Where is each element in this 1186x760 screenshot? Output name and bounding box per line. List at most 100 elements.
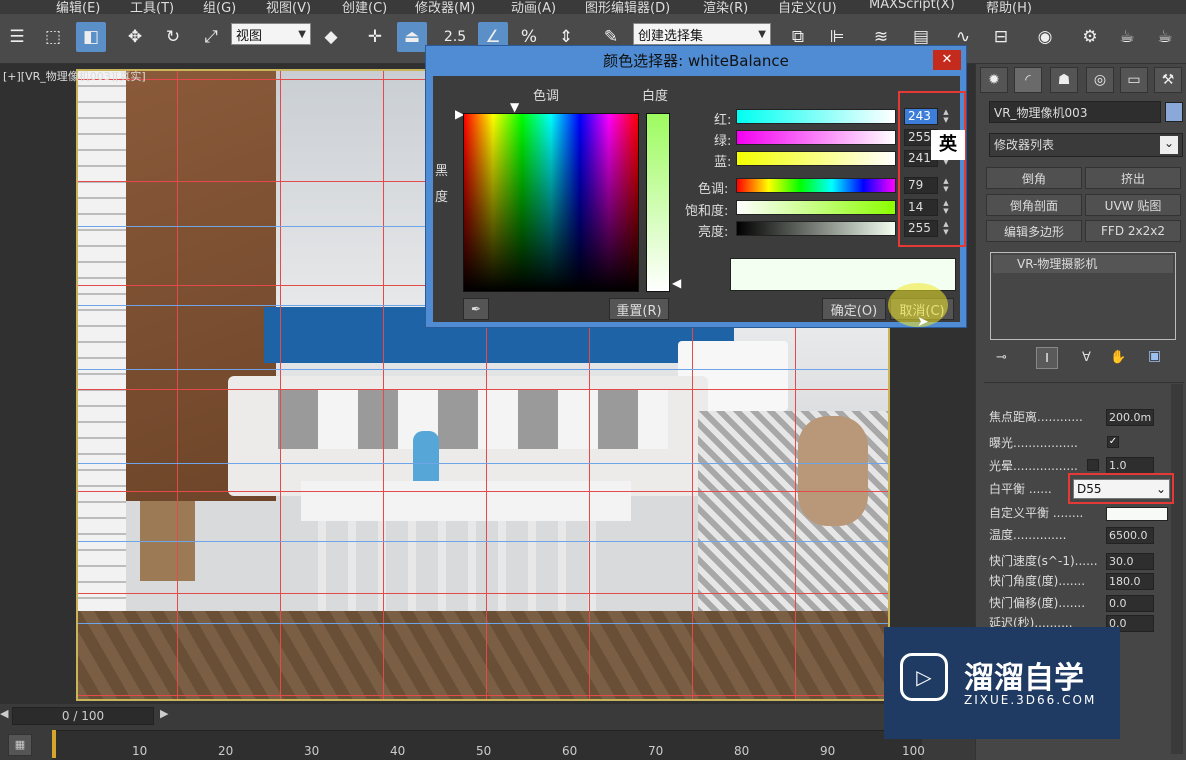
modifier-ffd-button[interactable]: FFD 2x2x2: [1085, 220, 1181, 242]
named-selection-value: 创建选择集: [638, 28, 704, 44]
named-selection-select[interactable]: 创建选择集 ▼: [633, 23, 771, 45]
hue-blackness-palette[interactable]: [463, 113, 639, 292]
ime-indicator: 英: [931, 130, 965, 160]
eyedropper-icon[interactable]: ✒: [463, 298, 489, 320]
modifier-uvw-map-button[interactable]: UVW 贴图: [1085, 194, 1181, 216]
menu-rendering[interactable]: 渲染(R): [703, 0, 748, 14]
select-object-icon[interactable]: ◧: [76, 22, 106, 52]
make-unique-icon[interactable]: ∀: [1082, 350, 1091, 365]
region-select-icon[interactable]: ⬚: [38, 22, 68, 52]
modify-tab-icon[interactable]: ◜: [1014, 67, 1042, 93]
value-label: 亮度:: [698, 225, 729, 240]
menu-group[interactable]: 组(G): [203, 0, 236, 14]
vignette-checkbox[interactable]: [1087, 459, 1099, 471]
menu-modifiers[interactable]: 修改器(M): [415, 0, 475, 14]
viewport-label[interactable]: [+][VR_物理像机003][真实]: [3, 68, 146, 84]
time-next-icon[interactable]: ▶: [160, 707, 176, 725]
menu-help[interactable]: 帮助(H): [986, 0, 1032, 14]
red-label: 红:: [714, 113, 732, 128]
stack-item[interactable]: VR-物理摄影机: [993, 255, 1173, 273]
panel-scrollbar[interactable]: [1171, 384, 1183, 754]
schematic-view-icon[interactable]: ⊟: [986, 22, 1016, 52]
utilities-tab-icon[interactable]: ⚒: [1154, 67, 1182, 93]
remove-modifier-icon[interactable]: ✋: [1110, 350, 1126, 365]
object-color-swatch[interactable]: [1165, 102, 1183, 122]
dialog-title: 颜色选择器: whiteBalance: [603, 52, 789, 70]
pivot-icon[interactable]: ◆: [316, 22, 346, 52]
select-manipulate-icon[interactable]: ✛: [360, 22, 390, 52]
shutter-speed-input[interactable]: 30.0: [1106, 553, 1154, 570]
mouse-cursor-icon: ➤: [917, 314, 929, 330]
chevron-down-icon: ▼: [758, 28, 766, 40]
render-setup-icon[interactable]: ⚙: [1075, 22, 1105, 52]
value-slider[interactable]: [736, 221, 896, 236]
focus-distance-input[interactable]: 200.0m: [1106, 409, 1154, 426]
move-icon[interactable]: ✥: [120, 22, 150, 52]
shutter-angle-input[interactable]: 180.0: [1106, 573, 1154, 590]
modifier-extrude-button[interactable]: 挤出: [1085, 167, 1181, 189]
time-prev-icon[interactable]: ◀: [0, 707, 10, 725]
pin-stack-icon[interactable]: ⊸: [996, 350, 1007, 365]
menu-edit[interactable]: 编辑(E): [56, 0, 100, 14]
play-logo-icon: ▷: [900, 653, 948, 701]
hierarchy-tab-icon[interactable]: ☗: [1050, 67, 1078, 93]
keyboard-shortcut-icon[interactable]: ⏏: [397, 22, 427, 52]
menu-customize[interactable]: 自定义(U): [778, 0, 837, 14]
saturation-slider[interactable]: [736, 200, 896, 215]
modifier-list-select[interactable]: 修改器列表 ⌄: [989, 133, 1183, 157]
vignette-input[interactable]: 1.0: [1106, 457, 1154, 474]
object-name-field[interactable]: VR_物理像机003: [989, 101, 1161, 123]
tick-label: 40: [390, 744, 406, 758]
modifier-bevel-profile-button[interactable]: 倒角剖面: [986, 194, 1082, 216]
render-frame-icon[interactable]: ☕: [1112, 22, 1142, 52]
shutter-offset-input[interactable]: 0.0: [1106, 595, 1154, 612]
hue-slider[interactable]: [736, 178, 896, 193]
close-button[interactable]: ✕: [933, 50, 961, 70]
rotate-icon[interactable]: ↻: [158, 22, 188, 52]
reference-coord-select[interactable]: 视图 ▼: [231, 23, 311, 45]
temperature-input[interactable]: 6500.0: [1106, 527, 1154, 544]
red-slider[interactable]: [736, 109, 896, 124]
menu-animation[interactable]: 动画(A): [511, 0, 556, 14]
material-editor-icon[interactable]: ◉: [1030, 22, 1060, 52]
modifier-bevel-button[interactable]: 倒角: [986, 167, 1082, 189]
configure-sets-icon[interactable]: ▣: [1148, 348, 1161, 364]
whiteness-pointer-icon[interactable]: ◀: [672, 276, 681, 290]
tick-label: 80: [734, 744, 750, 758]
menu-graph-editors[interactable]: 图形编辑器(D): [585, 0, 670, 14]
show-end-result-icon[interactable]: I: [1036, 347, 1058, 369]
motion-tab-icon[interactable]: ◎: [1086, 67, 1114, 93]
select-filter-icon[interactable]: ☰: [2, 22, 32, 52]
temperature-label: 温度..............: [989, 528, 1067, 542]
exposure-checkbox[interactable]: ✓: [1107, 436, 1119, 448]
track-bar-icon[interactable]: ▦: [8, 734, 32, 756]
grid-line: [177, 71, 178, 699]
modifier-edit-poly-button[interactable]: 编辑多边形: [986, 220, 1082, 242]
create-tab-icon[interactable]: ✹: [980, 67, 1008, 93]
scale-icon[interactable]: ⤢: [196, 22, 226, 52]
menu-views[interactable]: 视图(V): [266, 0, 311, 14]
menu-tools[interactable]: 工具(T): [130, 0, 174, 14]
menu-maxscript[interactable]: MAXScript(X): [869, 0, 955, 12]
color-sample-swatch: [730, 258, 956, 291]
display-tab-icon[interactable]: ▭: [1120, 67, 1148, 93]
modifier-stack[interactable]: VR-物理摄影机: [990, 252, 1176, 340]
whiteness-header: 白度: [642, 89, 669, 104]
hue-pointer-icon[interactable]: ▼: [510, 100, 519, 114]
time-slider[interactable]: 0 / 100: [12, 707, 154, 725]
render-production-icon[interactable]: ☕: [1150, 22, 1180, 52]
chevron-down-icon: ⌄: [1160, 136, 1178, 154]
grid-line: [78, 389, 888, 390]
ok-button[interactable]: 确定(O): [822, 298, 886, 320]
blue-slider[interactable]: [736, 151, 896, 166]
menu-create[interactable]: 创建(C): [342, 0, 387, 14]
custom-balance-swatch[interactable]: [1106, 507, 1168, 521]
tick-label: 30: [304, 744, 320, 758]
tick-label: 50: [476, 744, 492, 758]
green-slider[interactable]: [736, 130, 896, 145]
reset-button[interactable]: 重置(R): [609, 298, 669, 320]
white-balance-label: 白平衡 ......: [989, 482, 1052, 496]
time-cursor[interactable]: [52, 730, 56, 758]
grid-line: [78, 695, 888, 696]
whiteness-bar[interactable]: [646, 113, 670, 292]
